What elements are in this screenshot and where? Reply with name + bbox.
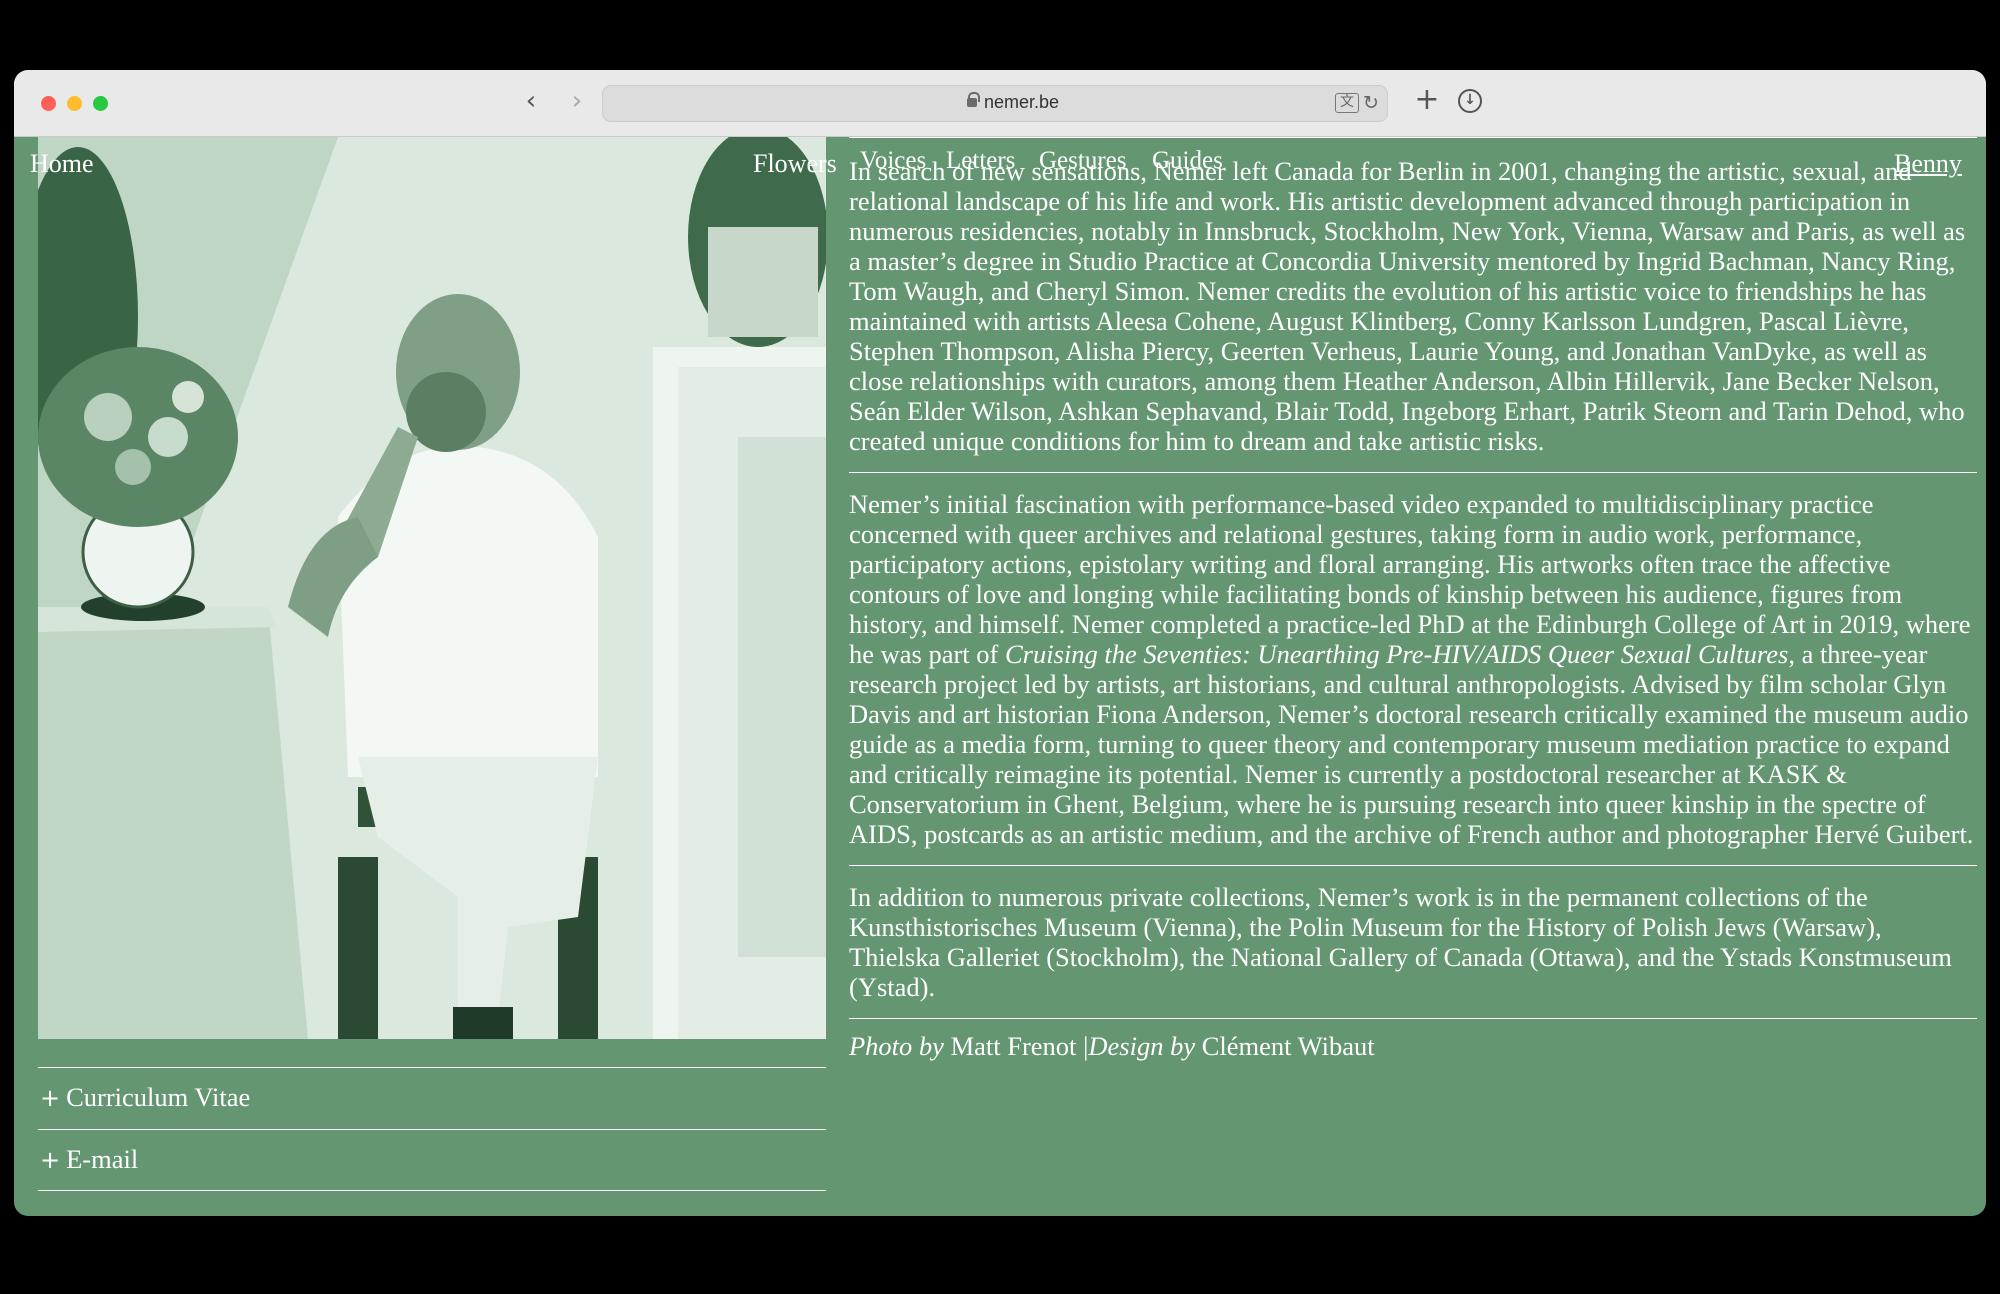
design-credit-label: Design by — [1088, 1031, 1196, 1061]
plus-icon: + — [40, 1084, 61, 1112]
portrait-illustration — [38, 137, 826, 1039]
chevron-right-icon[interactable]: › — [560, 84, 594, 118]
translate-icon[interactable]: 文 — [1335, 93, 1359, 113]
photo-credit-name: Matt Frenot — [950, 1031, 1077, 1061]
design-credit-name: Clément Wibaut — [1201, 1031, 1375, 1061]
research-project-title: Cruising the Seventies: Unearthing Pre-H… — [1005, 639, 1789, 669]
browser-window: ‹ › nemer.be 文 ↻ + ↓ Home Flowers Voices… — [14, 70, 1986, 1216]
plus-icon[interactable]: + — [1412, 83, 1442, 117]
plus-icon: + — [40, 1146, 61, 1174]
page-content: Home Flowers Voices Letters Gestures Gui… — [14, 137, 1986, 1216]
address-bar[interactable]: nemer.be 文 ↻ — [602, 85, 1388, 122]
chevron-left-icon[interactable]: ‹ — [514, 84, 548, 118]
portrait-photo — [38, 137, 826, 1039]
curriculum-vitae-toggle[interactable]: + Curriculum Vitae — [38, 1067, 826, 1129]
email-toggle[interactable]: + E-mail — [38, 1129, 826, 1191]
lock-icon — [967, 92, 980, 107]
info-accordion: + Curriculum Vitae + E-mail — [38, 1067, 826, 1191]
nav-home[interactable]: Home — [30, 149, 94, 179]
minimize-window-button[interactable] — [67, 96, 82, 111]
zoom-window-button[interactable] — [93, 96, 108, 111]
photo-credit-label: Photo by — [849, 1031, 944, 1061]
bio-paragraph-2-part-b: , a three-year research project led by a… — [849, 639, 1974, 849]
credits-line: Photo by Matt Frenot |Design by Clément … — [849, 1018, 1977, 1063]
bio-paragraph-3: In addition to numerous private collecti… — [849, 865, 1977, 1018]
url-text: nemer.be — [984, 92, 1060, 112]
close-window-button[interactable] — [41, 96, 56, 111]
bio-text: In search of new sensations, Nemer left … — [849, 137, 1977, 1063]
download-icon[interactable]: ↓ — [1458, 89, 1482, 113]
browser-toolbar: ‹ › nemer.be 文 ↻ + ↓ — [14, 70, 1986, 137]
nav-flowers[interactable]: Flowers — [753, 149, 837, 179]
bio-paragraph-2: Nemer’s initial fascination with perform… — [849, 472, 1977, 865]
bio-paragraph-1-text: In search of new sensations, Nemer left … — [849, 156, 1966, 456]
email-label: E-mail — [66, 1144, 139, 1174]
bio-paragraph-3-text: In addition to numerous private collecti… — [849, 882, 1952, 1002]
reload-icon[interactable]: ↻ — [1363, 90, 1385, 116]
curriculum-vitae-label: Curriculum Vitae — [66, 1082, 251, 1112]
bio-paragraph-2-text: Nemer’s initial fascination with perform… — [849, 489, 1977, 849]
bio-paragraph-1: In search of new sensations, Nemer left … — [849, 137, 1977, 472]
